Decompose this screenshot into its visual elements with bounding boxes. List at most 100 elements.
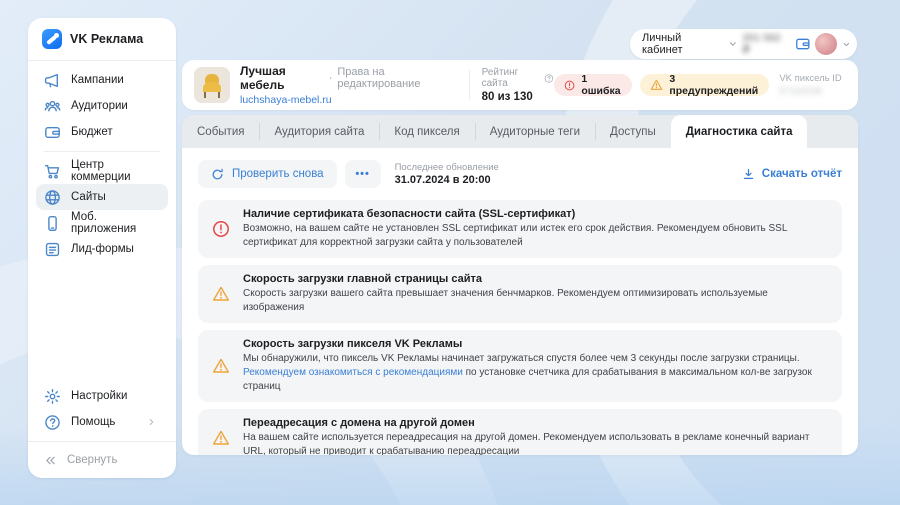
warning-icon	[213, 358, 229, 373]
check-again-label: Проверить снова	[232, 168, 324, 180]
chevron-down-icon[interactable]	[842, 40, 851, 49]
sidebar-item-commerce-center[interactable]: Центр коммерции	[36, 158, 168, 184]
chevron-right-icon	[149, 419, 154, 425]
megaphone-icon	[44, 73, 58, 87]
user-avatar[interactable]	[815, 33, 838, 55]
download-icon	[743, 168, 753, 179]
chevron-down-icon[interactable]	[728, 39, 738, 49]
download-report-button[interactable]: Скачать отчёт	[742, 168, 842, 181]
issue-text: Скорость загрузки главной страницы сайта…	[243, 273, 828, 315]
diagnostics-toolbar: Проверить снова ••• Последнее обновление…	[198, 160, 842, 188]
last-update-label: Последнее обновление	[394, 162, 499, 173]
more-actions-button[interactable]: •••	[344, 160, 381, 188]
tab-access[interactable]: Доступы	[595, 115, 671, 148]
issue-pixel-load-speed[interactable]: Скорость загрузки пикселя VK Рекламы Мы …	[198, 330, 842, 402]
check-again-button[interactable]: Проверить снова	[198, 160, 337, 188]
issue-title: Переадресация с домена на другой домен	[243, 417, 475, 429]
main-content-card: События Аудитория сайта Код пикселя Ауди…	[182, 115, 858, 455]
errors-badge[interactable]: 1 ошибка	[554, 73, 633, 97]
lead-form-icon	[45, 242, 60, 256]
vk-pixel-block: VK пиксель ID 57162038	[779, 73, 846, 97]
warning-icon	[651, 79, 663, 90]
download-report-label: Скачать отчёт	[761, 168, 842, 180]
site-info: Лучшая мебель · Права на редактирование …	[240, 64, 457, 106]
issue-ssl-certificate[interactable]: Наличие сертификата безопасности сайта (…	[198, 200, 842, 258]
wallet-card-icon[interactable]	[795, 36, 811, 52]
chair-image	[194, 67, 230, 103]
site-thumbnail	[194, 67, 230, 103]
site-rating: Рейтинг сайта 80 из 130	[482, 67, 555, 103]
collapse-label: Свернуть	[67, 454, 118, 466]
tab-audience-tags[interactable]: Аудиторные теги	[474, 115, 595, 148]
last-update: Последнее обновление 31.07.2024 в 20:00	[395, 162, 499, 186]
diagnostics-panel: Проверить снова ••• Последнее обновление…	[182, 148, 858, 455]
vk-ads-app: VK Реклама Кампании Аудитории Бюджет Цен…	[0, 0, 900, 505]
rating-label: Рейтинг сайта	[481, 67, 519, 89]
sidebar-item-mobile-apps[interactable]: Моб. приложения	[36, 210, 168, 236]
sidebar-item-label: Кампании	[71, 74, 124, 86]
sidebar-item-label: Бюджет	[71, 126, 113, 138]
sidebar-item-label: Сайты	[71, 191, 106, 203]
vk-ads-logo-icon	[42, 29, 62, 49]
info-question-icon[interactable]	[544, 73, 554, 84]
issue-text: Переадресация с домена на другой домен Н…	[243, 417, 828, 455]
question-circle-icon	[45, 414, 60, 430]
issue-body: На вашем сайте используется переадресаци…	[243, 432, 810, 455]
issue-body: Возможно, на вашем сайте не установлен S…	[243, 223, 788, 248]
warning-icon	[213, 286, 229, 301]
sidebar-item-lead-forms[interactable]: Лид-формы	[36, 236, 168, 262]
issue-body-start: Мы обнаружили, что пиксель VK Рекламы на…	[243, 353, 800, 364]
last-update-value: 31.07.2024 в 20:00	[394, 174, 491, 186]
brand-logo[interactable]: VK Реклама	[28, 18, 176, 60]
sidebar-item-label: Помощь	[71, 416, 116, 428]
sidebar-item-campaigns[interactable]: Кампании	[36, 67, 168, 93]
smartphone-icon	[48, 215, 57, 231]
tab-pixel-code[interactable]: Код пикселя	[379, 115, 474, 148]
sidebar-item-sites[interactable]: Сайты	[36, 184, 168, 210]
sidebar-bottom: Настройки Помощь	[28, 383, 176, 435]
site-url-link[interactable]: luchshaya-mebel.ru	[240, 94, 457, 106]
sidebar-item-budget[interactable]: Бюджет	[36, 119, 168, 145]
issue-page-load-speed[interactable]: Скорость загрузки главной страницы сайта…	[198, 265, 842, 323]
tab-events[interactable]: События	[182, 115, 259, 148]
sidebar-item-settings[interactable]: Настройки	[36, 383, 168, 409]
separator-dot: ·	[328, 72, 333, 84]
site-rights-label: Права на редактирование	[337, 66, 421, 90]
pixel-id-value: 57162038	[779, 86, 822, 97]
sidebar-item-label: Моб. приложения	[71, 211, 137, 235]
sidebar-item-audiences[interactable]: Аудитории	[36, 93, 168, 119]
sidebar-item-help[interactable]: Помощь	[36, 409, 168, 435]
tab-site-diagnostics[interactable]: Диагностика сайта	[670, 115, 808, 148]
tab-site-audience[interactable]: Аудитория сайта	[259, 115, 379, 148]
issue-body: Скорость загрузки вашего сайта превышает…	[243, 288, 768, 313]
globe-icon	[45, 189, 60, 205]
pixel-id-label: VK пиксель ID	[779, 73, 842, 84]
issue-title: Скорость загрузки главной страницы сайта	[243, 273, 482, 285]
issue-body: Мы обнаружили, что пиксель VK Рекламы на…	[243, 352, 828, 394]
issue-domain-redirect[interactable]: Переадресация с домена на другой домен Н…	[198, 409, 842, 455]
collapse-sidebar-button[interactable]: Свернуть	[28, 442, 176, 478]
sidebar-item-label: Аудитории	[71, 100, 128, 112]
recommendations-link[interactable]: Рекомендуем ознакомиться с рекомендациям…	[243, 367, 463, 378]
site-name: Лучшая мебель	[240, 64, 286, 92]
issue-title: Скорость загрузки пикселя VK Рекламы	[243, 338, 463, 350]
refresh-icon	[212, 168, 223, 179]
sidebar-nav: Кампании Аудитории Бюджет Центр коммерци…	[28, 61, 176, 262]
sidebar-item-label: Настройки	[71, 390, 128, 402]
error-icon	[564, 80, 575, 90]
divider	[44, 151, 160, 152]
error-icon	[213, 221, 229, 237]
brand-name: VK Реклама	[70, 32, 144, 46]
wallet-icon	[45, 126, 60, 138]
sidebar-item-label: Лид-формы	[71, 243, 134, 255]
rating-value: 80 из 130	[481, 91, 533, 103]
cart-icon	[44, 164, 60, 178]
cabinet-selector[interactable]: Личный кабинет	[642, 32, 723, 56]
topbar-account: Личный кабинет 201 562 ₽	[630, 29, 857, 59]
issue-title: Наличие сертификата безопасности сайта (…	[243, 208, 576, 220]
errors-badge-label: 1 ошибка	[581, 73, 621, 97]
warning-icon	[213, 430, 229, 445]
divider	[468, 70, 470, 100]
sidebar: VK Реклама Кампании Аудитории Бюджет Цен…	[28, 18, 176, 478]
warnings-badge[interactable]: 3 предупреждений	[640, 73, 770, 97]
